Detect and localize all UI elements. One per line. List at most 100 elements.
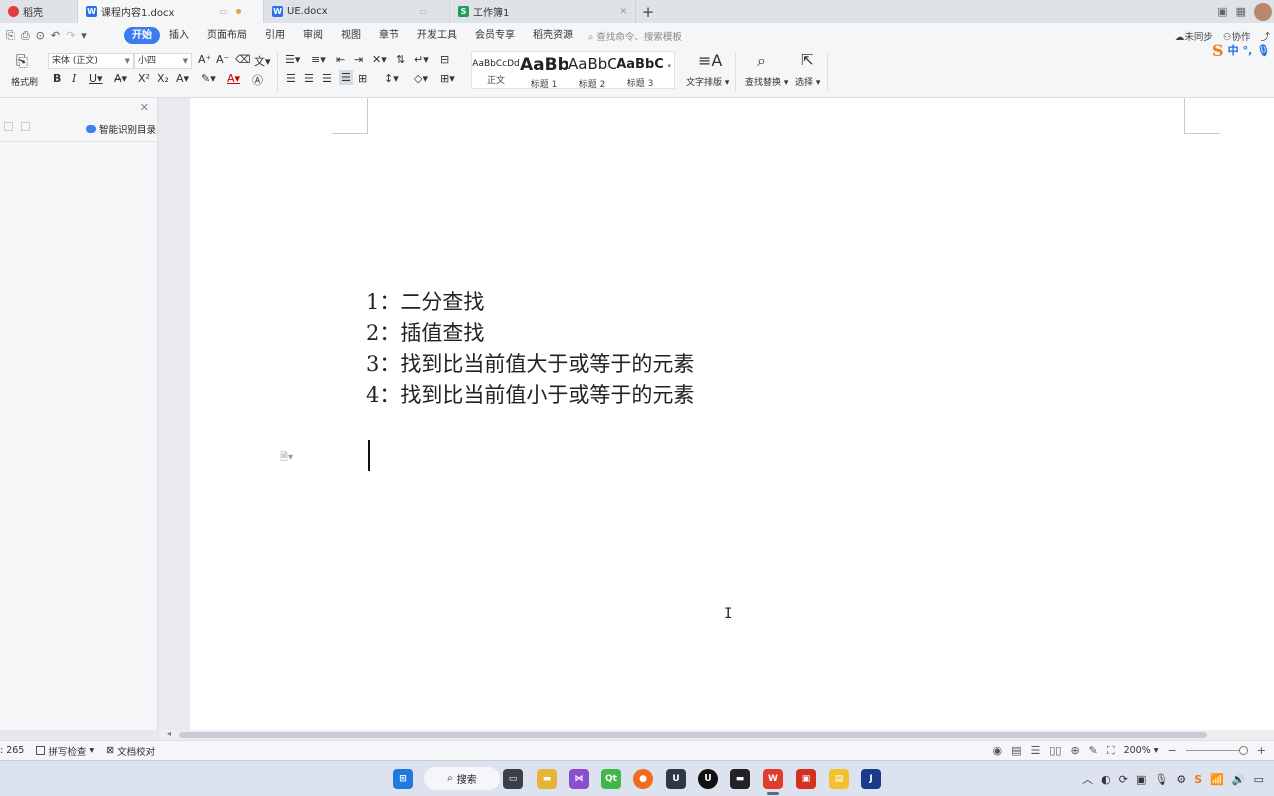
doc-line[interactable]: 1：二分查找: [366, 287, 694, 318]
qt-creator-icon[interactable]: Qt: [601, 769, 621, 789]
window-icon[interactable]: ▭: [419, 7, 427, 16]
jetbrains-icon[interactable]: J: [861, 769, 881, 789]
font-size-select[interactable]: 小四 ▼: [134, 53, 192, 69]
document-page[interactable]: 1：二分查找 2：插值查找 3：找到比当前值大于或等于的元素 4：找到比当前值小…: [190, 98, 1274, 730]
taskbar-search[interactable]: ⌕ 搜索: [424, 767, 500, 790]
tab-ue[interactable]: W UE.docx ▭: [264, 0, 450, 23]
menu-member[interactable]: 会员专享: [466, 27, 524, 44]
bullet-list-icon[interactable]: ☰▾: [285, 53, 300, 66]
menu-developer[interactable]: 开发工具: [408, 27, 466, 44]
menu-docer-resources[interactable]: 稻壳资源: [524, 27, 582, 44]
font-name-select[interactable]: 宋体 (正文) ▼: [48, 53, 134, 69]
collapse-icon[interactable]: [21, 122, 30, 131]
doc-line[interactable]: 3：找到比当前值大于或等于的元素: [366, 349, 694, 380]
chevron-up-icon[interactable]: ︿: [1082, 771, 1093, 787]
fit-page-icon[interactable]: ⛶: [1107, 744, 1115, 758]
layout-icon[interactable]: ▣: [1217, 5, 1227, 18]
decrease-indent-icon[interactable]: ⇤: [336, 53, 345, 66]
find-replace-button[interactable]: 查找替换 ▾: [745, 75, 788, 88]
command-search[interactable]: ⌕ 查找命令、搜索模板: [588, 29, 682, 43]
align-right-icon[interactable]: ☰: [322, 72, 332, 85]
redo-icon[interactable]: ↷: [66, 29, 75, 43]
menu-page-layout[interactable]: 页面布局: [198, 27, 256, 44]
tab-workbook[interactable]: S 工作簿1 ✕: [450, 0, 636, 23]
menu-chapter[interactable]: 章节: [370, 27, 408, 44]
outline-view-icon[interactable]: ☰: [1030, 744, 1040, 757]
line-spacing-icon[interactable]: ↕▾: [384, 72, 399, 85]
expand-icon[interactable]: [4, 122, 13, 131]
bold-icon[interactable]: B: [53, 72, 61, 85]
sogou-tray-icon[interactable]: S: [1194, 773, 1202, 786]
shading-icon[interactable]: ◇▾: [414, 72, 428, 85]
unreal-engine-icon[interactable]: U: [666, 769, 686, 789]
menu-insert[interactable]: 插入: [160, 27, 198, 44]
windows-start-icon[interactable]: ⊞: [393, 769, 413, 789]
style-heading-1[interactable]: AaBb 标题 1: [520, 52, 568, 90]
cursor-select-icon[interactable]: ⇱: [801, 51, 814, 69]
eye-protection-icon[interactable]: ◉: [992, 744, 1002, 757]
zoom-slider[interactable]: [1185, 746, 1248, 755]
tab-docer[interactable]: 稻壳: [0, 0, 78, 23]
justify-icon[interactable]: ☰: [339, 70, 353, 85]
microphone-icon[interactable]: 🎙: [1154, 773, 1168, 786]
text-layout-icon[interactable]: ≡A: [698, 51, 722, 70]
shrink-font-icon[interactable]: A⁻: [216, 53, 229, 66]
sync-icon[interactable]: ⟳: [1119, 773, 1128, 786]
strikethrough-icon[interactable]: A̶▾: [114, 72, 127, 85]
menu-home[interactable]: 开始: [124, 27, 160, 44]
paragraph-handle-icon[interactable]: 🗎▾: [280, 450, 293, 467]
italic-icon[interactable]: I: [72, 72, 76, 85]
distribute-icon[interactable]: ⊞: [358, 72, 367, 85]
underline-icon[interactable]: U▾: [89, 72, 103, 85]
select-button[interactable]: 选择 ▾: [795, 75, 820, 88]
scroll-left-icon[interactable]: ◂: [167, 729, 171, 738]
word-count[interactable]: : 265: [0, 745, 24, 756]
proofread-button[interactable]: ⊠ 文档校对: [106, 744, 155, 758]
ime-indicator[interactable]: S 中 °, 🎙: [1212, 40, 1270, 60]
zoom-level[interactable]: 200% ▾: [1124, 745, 1159, 756]
doc-line[interactable]: 4：找到比当前值小于或等于的元素: [366, 380, 694, 411]
zoom-out-icon[interactable]: −: [1168, 744, 1177, 757]
numbered-list-icon[interactable]: ≡▾: [311, 53, 326, 66]
align-left-icon[interactable]: ☰: [286, 72, 296, 85]
firefox-icon[interactable]: ●: [633, 769, 653, 789]
menu-references[interactable]: 引用: [256, 27, 294, 44]
notes-icon[interactable]: ▤: [829, 769, 849, 789]
page-view-icon[interactable]: ▤: [1011, 744, 1021, 757]
text-effect-icon[interactable]: A▾: [176, 72, 189, 85]
close-icon[interactable]: ✕: [619, 7, 627, 17]
undo-icon[interactable]: ↶: [51, 29, 60, 43]
reading-view-icon[interactable]: ▯▯: [1049, 744, 1061, 757]
paragraph-mark-icon[interactable]: ↵▾: [414, 53, 429, 66]
clear-format-icon[interactable]: ⌫: [235, 53, 251, 66]
visual-studio-icon[interactable]: ⋈: [569, 769, 589, 789]
pen-icon[interactable]: ✎: [1089, 744, 1098, 757]
tab-stops-icon[interactable]: ⊟: [440, 53, 449, 66]
smart-toc-button[interactable]: 智能识别目录: [86, 122, 156, 136]
text-layout-button[interactable]: 文字排版 ▾: [686, 75, 729, 88]
terminal-icon[interactable]: ▬: [730, 769, 750, 789]
style-normal[interactable]: AaBbCcDd 正文: [472, 52, 520, 88]
font-color-icon[interactable]: A▾: [227, 72, 240, 85]
format-painter-icon[interactable]: ⎘: [16, 52, 28, 70]
settings-icon[interactable]: ⚙: [1176, 773, 1186, 786]
avatar[interactable]: [1254, 2, 1272, 21]
grow-font-icon[interactable]: A⁺: [198, 53, 211, 66]
doc-line[interactable]: 2：插值查找: [366, 318, 694, 349]
close-icon[interactable]: ✕: [140, 101, 149, 114]
increase-indent-icon[interactable]: ⇥: [354, 53, 363, 66]
save-icon[interactable]: ⎘: [6, 29, 15, 43]
menu-review[interactable]: 审阅: [294, 27, 332, 44]
web-view-icon[interactable]: ⊕: [1070, 744, 1079, 757]
document-body[interactable]: 1：二分查找 2：插值查找 3：找到比当前值大于或等于的元素 4：找到比当前值小…: [366, 287, 694, 411]
zoom-in-icon[interactable]: +: [1257, 744, 1266, 757]
subscript-icon[interactable]: X₂: [157, 72, 169, 85]
wifi-icon[interactable]: 📶: [1210, 773, 1224, 786]
volume-icon[interactable]: 🔊: [1232, 773, 1246, 786]
task-view-icon[interactable]: ▭: [503, 769, 523, 789]
spell-check-button[interactable]: 拼写检查 ▾: [36, 744, 94, 758]
chinese-layout-icon[interactable]: ✕▾: [372, 53, 387, 66]
battery-icon[interactable]: ▭: [1254, 773, 1264, 786]
print-icon[interactable]: ⎙: [21, 29, 30, 43]
file-explorer-icon[interactable]: ▬: [537, 769, 557, 789]
